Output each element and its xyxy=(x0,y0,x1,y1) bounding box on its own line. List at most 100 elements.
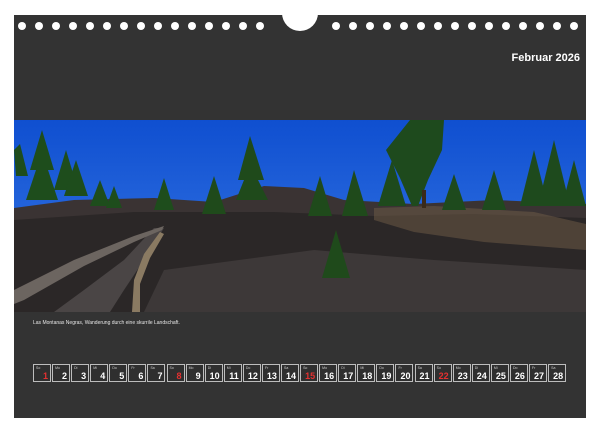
binding-hole xyxy=(205,22,213,30)
day-cell: Do 5 xyxy=(109,364,128,382)
binding-hole xyxy=(137,22,145,30)
binding-hole xyxy=(349,22,357,30)
day-cell: So 8 xyxy=(166,364,185,382)
day-number: 17 xyxy=(343,371,354,381)
landscape-illustration xyxy=(14,120,586,312)
day-cell: Mo 16 xyxy=(319,364,338,382)
weekday-label: Sa xyxy=(150,366,155,370)
day-cell: So 15 xyxy=(300,364,319,382)
binding-hole xyxy=(239,22,247,30)
binding-hole xyxy=(417,22,425,30)
day-number: 2 xyxy=(62,371,68,381)
day-cell: Fr 6 xyxy=(128,364,147,382)
binding-hole xyxy=(120,22,128,30)
binding-hole xyxy=(69,22,77,30)
day-number: 20 xyxy=(400,371,411,381)
day-number: 14 xyxy=(285,371,296,381)
binding-hole xyxy=(536,22,544,30)
day-cell: Do 26 xyxy=(509,364,528,382)
day-cell: Mo 2 xyxy=(52,364,71,382)
binding-hole xyxy=(519,22,527,30)
binding-hole xyxy=(570,22,578,30)
binding-hole xyxy=(332,22,340,30)
day-number: 15 xyxy=(305,371,316,381)
weekday-label: Sa xyxy=(417,366,422,370)
day-cell: Fr 13 xyxy=(261,364,280,382)
binding-hole xyxy=(222,22,230,30)
binding-hole xyxy=(171,22,179,30)
weekday-label: Sa xyxy=(551,366,556,370)
weekday-label: So xyxy=(169,366,174,370)
weekday-label: Mo xyxy=(455,366,461,370)
hanger-cutout xyxy=(282,13,318,31)
weekday-label: Mi xyxy=(493,366,498,370)
weekday-label: So xyxy=(36,366,41,370)
binding-hole xyxy=(451,22,459,30)
day-number: 18 xyxy=(362,371,373,381)
day-cell: Di 3 xyxy=(71,364,90,382)
day-number: 4 xyxy=(100,371,106,381)
binding-hole xyxy=(553,22,561,30)
day-number: 26 xyxy=(514,371,525,381)
day-cell: Fr 20 xyxy=(395,364,414,382)
weekday-label: Di xyxy=(474,366,479,370)
binding-hole xyxy=(52,22,60,30)
photo-caption: Las Montanas Negras, Wanderung durch ein… xyxy=(33,320,180,326)
day-cell: Di 24 xyxy=(471,364,490,382)
day-number: 11 xyxy=(229,371,239,381)
binding-hole xyxy=(383,22,391,30)
weekday-label: Mi xyxy=(226,366,231,370)
day-cell: Di 10 xyxy=(204,364,223,382)
day-strip: So 1 Mo 2 Di 3 Mi 4 Do 5 Fr 6 Sa 7 So 8 Mo 9 Di 10 Mi 11 Do 12 F… xyxy=(33,364,567,383)
day-number: 23 xyxy=(457,371,468,381)
weekday-label: Fr xyxy=(532,366,536,370)
day-cell: Mi 18 xyxy=(357,364,376,382)
day-cell: So 22 xyxy=(433,364,452,382)
weekday-label: Fr xyxy=(131,366,135,370)
day-cell: Do 19 xyxy=(376,364,395,382)
binding-hole xyxy=(468,22,476,30)
weekday-label: Di xyxy=(341,366,345,370)
weekday-label: Mi xyxy=(93,366,97,370)
weekday-label: Do xyxy=(512,366,518,370)
day-number: 5 xyxy=(119,371,125,381)
binding-hole xyxy=(18,22,26,30)
day-number: 7 xyxy=(157,371,163,381)
month-title: Februar 2026 xyxy=(511,52,580,64)
day-number: 10 xyxy=(209,371,220,381)
day-cell: Sa 28 xyxy=(548,364,567,382)
day-cell: Mi 11 xyxy=(223,364,242,382)
binding-hole xyxy=(256,22,264,30)
day-cell: Sa 21 xyxy=(414,364,433,382)
day-number: 8 xyxy=(176,371,182,381)
day-cell: Sa 7 xyxy=(147,364,166,382)
day-cell: Di 17 xyxy=(338,364,357,382)
day-cell: Do 12 xyxy=(242,364,261,382)
weekday-label: Fr xyxy=(398,366,402,370)
day-cell: Mi 4 xyxy=(90,364,109,382)
day-number: 27 xyxy=(534,371,545,381)
binding-hole xyxy=(366,22,374,30)
weekday-label: Do xyxy=(245,366,251,370)
spiral-binding xyxy=(14,13,586,37)
day-cell: Mi 25 xyxy=(490,364,509,382)
landscape-photo xyxy=(14,120,586,312)
day-number: 12 xyxy=(247,371,258,381)
weekday-label: So xyxy=(436,366,441,370)
day-number: 25 xyxy=(495,371,506,381)
weekday-label: Di xyxy=(207,366,212,370)
day-number: 3 xyxy=(81,371,87,381)
day-number: 9 xyxy=(195,371,201,381)
binding-hole xyxy=(103,22,111,30)
day-cell: Mo 9 xyxy=(185,364,204,382)
weekday-label: Fr xyxy=(264,366,269,370)
day-cell: Sa 14 xyxy=(281,364,299,382)
binding-hole xyxy=(35,22,43,30)
day-cell: So 1 xyxy=(33,364,51,382)
day-number: 21 xyxy=(419,371,430,381)
binding-hole xyxy=(154,22,162,30)
day-cell: Fr 27 xyxy=(529,364,548,382)
day-number: 24 xyxy=(476,371,487,381)
day-number: 28 xyxy=(553,371,564,381)
weekday-label: So xyxy=(303,366,308,370)
